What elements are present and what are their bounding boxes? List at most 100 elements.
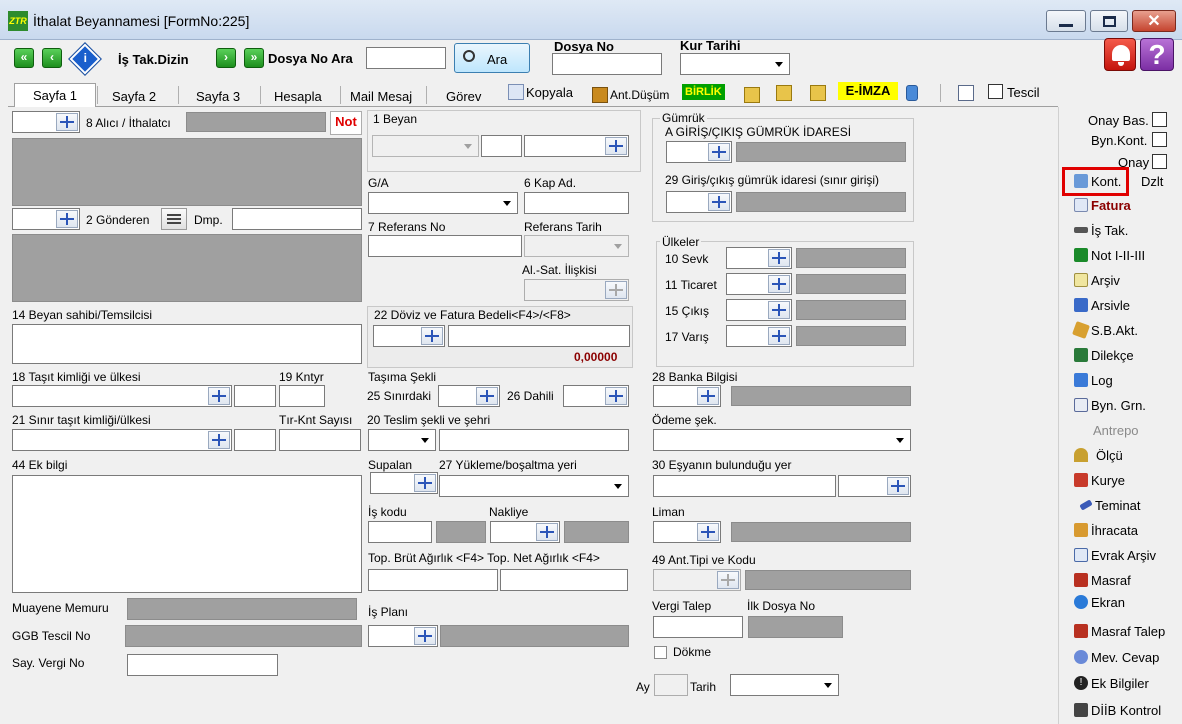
sidebar-item-byn-grn[interactable]: Byn. Grn. <box>1074 396 1146 414</box>
folder-open-icon[interactable] <box>744 87 760 103</box>
sidebar-item-dzlt[interactable]: Dzlt <box>1141 172 1163 190</box>
tasit-ulke-input[interactable] <box>234 385 276 407</box>
teslim-select[interactable] <box>368 429 436 451</box>
dosya-no-ara-input[interactable] <box>366 47 446 69</box>
banka-input[interactable] <box>653 385 721 407</box>
ticaret-input[interactable] <box>726 273 792 295</box>
alici-code-input[interactable] <box>12 111 80 133</box>
say-vergi-input[interactable] <box>127 654 278 676</box>
picker-icon[interactable] <box>414 474 436 492</box>
alarm-button[interactable] <box>1104 38 1136 71</box>
picker-icon[interactable] <box>476 387 498 405</box>
list-button[interactable] <box>161 208 187 230</box>
giris-cikis-29-input[interactable] <box>666 191 732 213</box>
picker-icon[interactable] <box>768 249 790 267</box>
is-plani-input[interactable] <box>368 625 438 647</box>
teslim-sehir-input[interactable] <box>439 429 629 451</box>
varis-input[interactable] <box>726 325 792 347</box>
sidebar-item-is-tak[interactable]: İş Tak. <box>1074 221 1128 239</box>
ant-tipi-input[interactable] <box>653 569 741 591</box>
beyan-office-input[interactable] <box>524 135 629 157</box>
sidebar-item-masraf-talep[interactable]: Masraf Talep <box>1074 622 1165 640</box>
onay-bas-checkbox[interactable] <box>1152 112 1167 127</box>
liman-input[interactable] <box>653 521 721 543</box>
next-record-button[interactable]: › <box>216 48 236 68</box>
ara-button[interactable]: Ara <box>454 43 530 73</box>
sidebar-item-kurye[interactable]: Kurye <box>1074 471 1125 489</box>
referans-no-input[interactable] <box>368 235 522 257</box>
picker-icon[interactable] <box>208 431 230 449</box>
search-doc-icon[interactable] <box>958 85 974 101</box>
picker-icon[interactable] <box>708 143 730 161</box>
tab-sayfa-3[interactable]: Sayfa 3 <box>192 89 244 109</box>
picker-icon[interactable] <box>768 301 790 319</box>
onay-checkbox[interactable] <box>1152 154 1167 169</box>
sidebar-item-ihracata[interactable]: İhracata <box>1074 521 1138 539</box>
tab-mail-mesaj[interactable]: Mail Mesaj <box>346 89 416 109</box>
tab-gorev[interactable]: Görev <box>442 89 485 109</box>
nakliye-input[interactable] <box>490 521 560 543</box>
is-kodu-input[interactable] <box>368 521 432 543</box>
tir-knt-input[interactable] <box>279 429 361 451</box>
picker-icon[interactable] <box>887 477 909 495</box>
vergi-talep-input[interactable] <box>653 616 743 638</box>
tarih-select[interactable] <box>730 674 839 696</box>
picker-icon[interactable] <box>536 523 558 541</box>
e-imza-button[interactable]: E-İMZA <box>838 82 898 100</box>
sevk-input[interactable] <box>726 247 792 269</box>
picker-icon[interactable] <box>414 627 436 645</box>
kopyala-button[interactable]: Kopyala <box>526 85 573 100</box>
dmp-input[interactable] <box>232 208 362 230</box>
sinirdaki-input[interactable] <box>438 385 500 407</box>
sidebar-item-dilekce[interactable]: Dilekçe <box>1074 346 1134 364</box>
picker-icon[interactable] <box>708 193 730 211</box>
brut-agirlik-input[interactable] <box>368 569 498 591</box>
sidebar-item-fatura[interactable]: Fatura <box>1074 196 1131 214</box>
sidebar-item-arsiv[interactable]: Arşiv <box>1074 271 1120 289</box>
cikis-input[interactable] <box>726 299 792 321</box>
sidebar-item-mev-cevap[interactable]: Mev. Cevap <box>1074 648 1159 666</box>
picker-icon[interactable] <box>56 113 78 131</box>
first-record-button[interactable]: « <box>14 48 34 68</box>
esyanin-input[interactable] <box>653 475 836 497</box>
sidebar-item-log[interactable]: Log <box>1074 371 1113 389</box>
not-badge[interactable]: Not <box>330 111 362 135</box>
ay-input[interactable] <box>654 674 688 696</box>
sidebar-item-antrepo[interactable]: Antrepo <box>1076 421 1139 439</box>
dahili-input[interactable] <box>563 385 629 407</box>
tasit-kimligi-input[interactable] <box>12 385 232 407</box>
supalan-input[interactable] <box>370 472 438 494</box>
tab-sayfa-2[interactable]: Sayfa 2 <box>108 89 160 109</box>
minimize-button[interactable] <box>1046 10 1086 32</box>
sidebar-item-ek-bilgiler[interactable]: ! Ek Bilgiler <box>1074 674 1149 692</box>
sidebar-item-evrak-arsiv[interactable]: Evrak Arşiv <box>1074 546 1156 564</box>
tab-sayfa-1[interactable]: Sayfa 1 <box>14 83 96 107</box>
odeme-select[interactable] <box>653 429 911 451</box>
birlik-button[interactable]: BİRLİK <box>682 84 725 100</box>
picker-icon[interactable] <box>717 571 739 589</box>
sidebar-item-sb-akt[interactable]: S.B.Akt. <box>1072 321 1138 339</box>
picker-icon[interactable] <box>605 137 627 155</box>
picker-icon[interactable] <box>697 387 719 405</box>
dokme-checkbox[interactable] <box>654 646 667 659</box>
doviz-amount-input[interactable] <box>448 325 630 347</box>
kap-ad-input[interactable] <box>524 192 629 214</box>
sidebar-item-ekran[interactable]: Ekran <box>1074 593 1125 611</box>
kur-tarihi-select[interactable] <box>680 53 790 75</box>
picker-icon[interactable] <box>208 387 230 405</box>
tab-hesapla[interactable]: Hesapla <box>270 89 326 109</box>
giris-cikis-idare-input[interactable] <box>666 141 732 163</box>
sidebar-item-diib-kontrol[interactable]: DİİB Kontrol <box>1074 701 1161 719</box>
gonderen-code-input[interactable] <box>12 208 80 230</box>
picker-icon[interactable] <box>768 275 790 293</box>
picker-icon[interactable] <box>697 523 719 541</box>
last-record-button[interactable]: » <box>244 48 264 68</box>
beyan-sahibi-input[interactable] <box>12 324 362 364</box>
al-sat-input[interactable] <box>524 279 629 301</box>
tescil-checkbox[interactable] <box>988 84 1003 99</box>
sidebar-item-kont[interactable]: Kont. <box>1074 172 1121 190</box>
close-button[interactable]: ✕ <box>1132 10 1176 32</box>
picker-icon[interactable] <box>605 387 627 405</box>
sinir-tasit-input[interactable] <box>12 429 232 451</box>
net-agirlik-input[interactable] <box>500 569 628 591</box>
